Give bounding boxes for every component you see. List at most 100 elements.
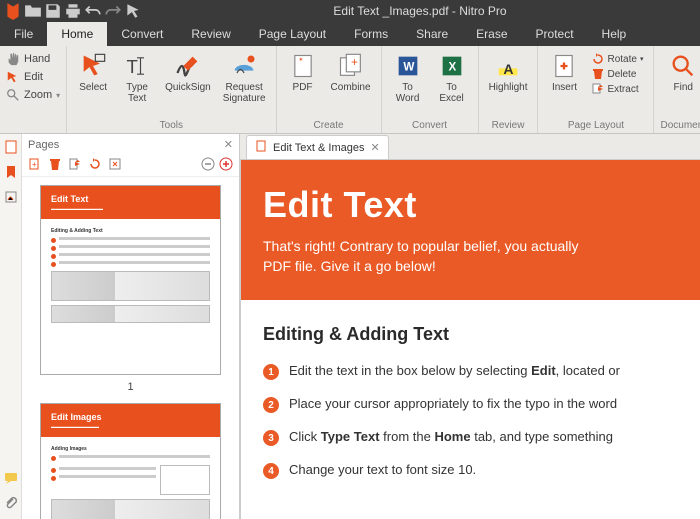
quicksign-button[interactable]: QuickSign bbox=[161, 50, 215, 119]
menu-home[interactable]: Home bbox=[47, 22, 107, 46]
content-section: Editing & Adding Text 1Edit the text in … bbox=[241, 300, 700, 479]
edit-label: Edit bbox=[24, 71, 43, 83]
type-text-button[interactable]: TType Text bbox=[117, 50, 157, 119]
undo-icon[interactable] bbox=[84, 2, 102, 20]
page-thumbnail-2[interactable]: Edit Images▬▬▬▬▬▬▬▬▬▬▬▬ Adding Images bbox=[40, 403, 221, 519]
delete-button[interactable]: Delete bbox=[590, 67, 645, 81]
menu-convert[interactable]: Convert bbox=[107, 22, 177, 46]
document-tabs: Edit Text & Images ✕ bbox=[240, 134, 700, 160]
zoom-out-icon[interactable] bbox=[201, 157, 215, 174]
hero-banner: Edit Text That's right! Contrary to popu… bbox=[241, 160, 700, 300]
menubar: File Home Convert Review Page Layout For… bbox=[0, 22, 700, 46]
document-view[interactable]: Edit Text That's right! Contrary to popu… bbox=[240, 160, 700, 519]
thumb1-title: Edit Text bbox=[51, 194, 210, 204]
find-button[interactable]: Find bbox=[663, 50, 700, 119]
step-badge: 4 bbox=[263, 463, 279, 479]
signatures-icon[interactable] bbox=[4, 190, 18, 207]
to-excel-button[interactable]: X To Excel bbox=[432, 50, 472, 119]
menu-forms[interactable]: Forms bbox=[340, 22, 402, 46]
thumb-insert-icon[interactable]: + bbox=[28, 157, 42, 174]
menu-page-layout[interactable]: Page Layout bbox=[245, 22, 340, 46]
thumb-replace-icon[interactable] bbox=[108, 157, 122, 174]
group-label-create: Create bbox=[314, 120, 344, 131]
select-button[interactable]: Select bbox=[73, 50, 113, 119]
content-heading: Editing & Adding Text bbox=[263, 324, 700, 345]
attachments-icon[interactable] bbox=[4, 496, 18, 513]
svg-text:X: X bbox=[448, 61, 456, 74]
menu-share[interactable]: Share bbox=[402, 22, 462, 46]
insert-label: Insert bbox=[552, 82, 577, 93]
step-badge: 1 bbox=[263, 364, 279, 380]
menu-review[interactable]: Review bbox=[177, 22, 244, 46]
group-label-page-layout: Page Layout bbox=[568, 120, 624, 131]
rotate-button[interactable]: Rotate▾ bbox=[590, 52, 645, 66]
tab-doc-icon bbox=[255, 140, 267, 155]
edit-tool[interactable]: Edit bbox=[2, 68, 64, 86]
request-signature-label: Request Signature bbox=[223, 82, 266, 104]
combine-button[interactable]: +Combine bbox=[327, 50, 375, 119]
svg-text:W: W bbox=[403, 61, 414, 74]
insert-button[interactable]: Insert bbox=[544, 50, 584, 119]
open-icon[interactable] bbox=[24, 2, 42, 20]
to-excel-label: To Excel bbox=[439, 82, 463, 104]
zoom-tool[interactable]: Zoom ▾ bbox=[2, 86, 64, 104]
rotate-label: Rotate bbox=[607, 54, 636, 65]
thumb2-title: Edit Images bbox=[51, 412, 210, 422]
highlight-button[interactable]: A Highlight bbox=[485, 50, 532, 119]
thumb-rotate-icon[interactable] bbox=[88, 157, 102, 174]
zoom-in-icon[interactable] bbox=[219, 157, 233, 174]
step-4: 4Change your text to font size 10. bbox=[263, 462, 700, 479]
save-icon[interactable] bbox=[44, 2, 62, 20]
group-label-review: Review bbox=[492, 120, 525, 131]
bookmarks-icon[interactable] bbox=[4, 165, 18, 182]
cursor-tool-icon[interactable] bbox=[124, 2, 142, 20]
group-label-tools: Tools bbox=[160, 120, 183, 131]
svg-text:✶: ✶ bbox=[298, 56, 303, 63]
document-area: Edit Text & Images ✕ Edit Text That's ri… bbox=[240, 134, 700, 519]
tab-label: Edit Text & Images bbox=[273, 142, 365, 154]
menu-erase[interactable]: Erase bbox=[462, 22, 521, 46]
extract-button[interactable]: Extract bbox=[590, 82, 645, 96]
comments-icon[interactable] bbox=[4, 471, 18, 488]
svg-text:+: + bbox=[32, 160, 37, 169]
pdf-label: PDF bbox=[293, 82, 313, 93]
chevron-down-icon: ▾ bbox=[56, 91, 60, 100]
highlight-label: Highlight bbox=[489, 82, 528, 93]
select-label: Select bbox=[79, 82, 107, 93]
zoom-label: Zoom bbox=[24, 89, 52, 101]
document-tab[interactable]: Edit Text & Images ✕ bbox=[246, 135, 389, 159]
pages-panel-title: Pages bbox=[28, 139, 59, 151]
ribbon-group-document: Find Document bbox=[654, 46, 700, 133]
redo-icon[interactable] bbox=[104, 2, 122, 20]
thumb-delete-icon[interactable] bbox=[48, 157, 62, 174]
ribbon: Hand Edit Zoom ▾ Select TType Text QuickS… bbox=[0, 46, 700, 134]
thumb1-number: 1 bbox=[40, 381, 221, 393]
group-label-document: Document bbox=[660, 120, 700, 131]
tab-close-icon[interactable]: ✕ bbox=[371, 141, 380, 154]
thumb-extract-icon[interactable] bbox=[68, 157, 82, 174]
thumb2-sub: Adding Images bbox=[51, 446, 210, 452]
thumb1-sub: Editing & Adding Text bbox=[51, 228, 210, 234]
close-panel-icon[interactable]: ✕ bbox=[224, 138, 233, 151]
pages-panel-icon[interactable] bbox=[4, 140, 18, 157]
print-icon[interactable] bbox=[64, 2, 82, 20]
step-2: 2Place your cursor appropriately to fix … bbox=[263, 396, 700, 413]
svg-text:A: A bbox=[503, 61, 513, 77]
window-title: Edit Text _Images.pdf - Nitro Pro bbox=[144, 4, 696, 18]
menu-help[interactable]: Help bbox=[588, 22, 641, 46]
page-thumbnail-1[interactable]: Edit Text▬▬▬▬▬▬▬▬▬▬▬▬▬ Editing & Adding … bbox=[40, 185, 221, 375]
delete-label: Delete bbox=[607, 69, 636, 80]
step-1: 1Edit the text in the box below by selec… bbox=[263, 363, 700, 380]
hand-tool[interactable]: Hand bbox=[2, 50, 64, 68]
ribbon-group-convert: WTo Word XTo Excel Convert bbox=[382, 46, 479, 133]
pdf-button[interactable]: ✶ PDF bbox=[283, 50, 323, 119]
menu-protect[interactable]: Protect bbox=[522, 22, 588, 46]
ribbon-side-tools: Hand Edit Zoom ▾ bbox=[0, 46, 67, 133]
menu-file[interactable]: File bbox=[0, 22, 47, 46]
request-signature-button[interactable]: Request Signature bbox=[219, 50, 270, 119]
to-word-button[interactable]: W To Word bbox=[388, 50, 428, 119]
hero-subtitle: That's right! Contrary to popular belief… bbox=[263, 236, 700, 276]
to-word-label: To Word bbox=[396, 82, 420, 104]
thumbnail-list[interactable]: Edit Text▬▬▬▬▬▬▬▬▬▬▬▬▬ Editing & Adding … bbox=[22, 177, 239, 519]
find-label: Find bbox=[674, 82, 693, 93]
